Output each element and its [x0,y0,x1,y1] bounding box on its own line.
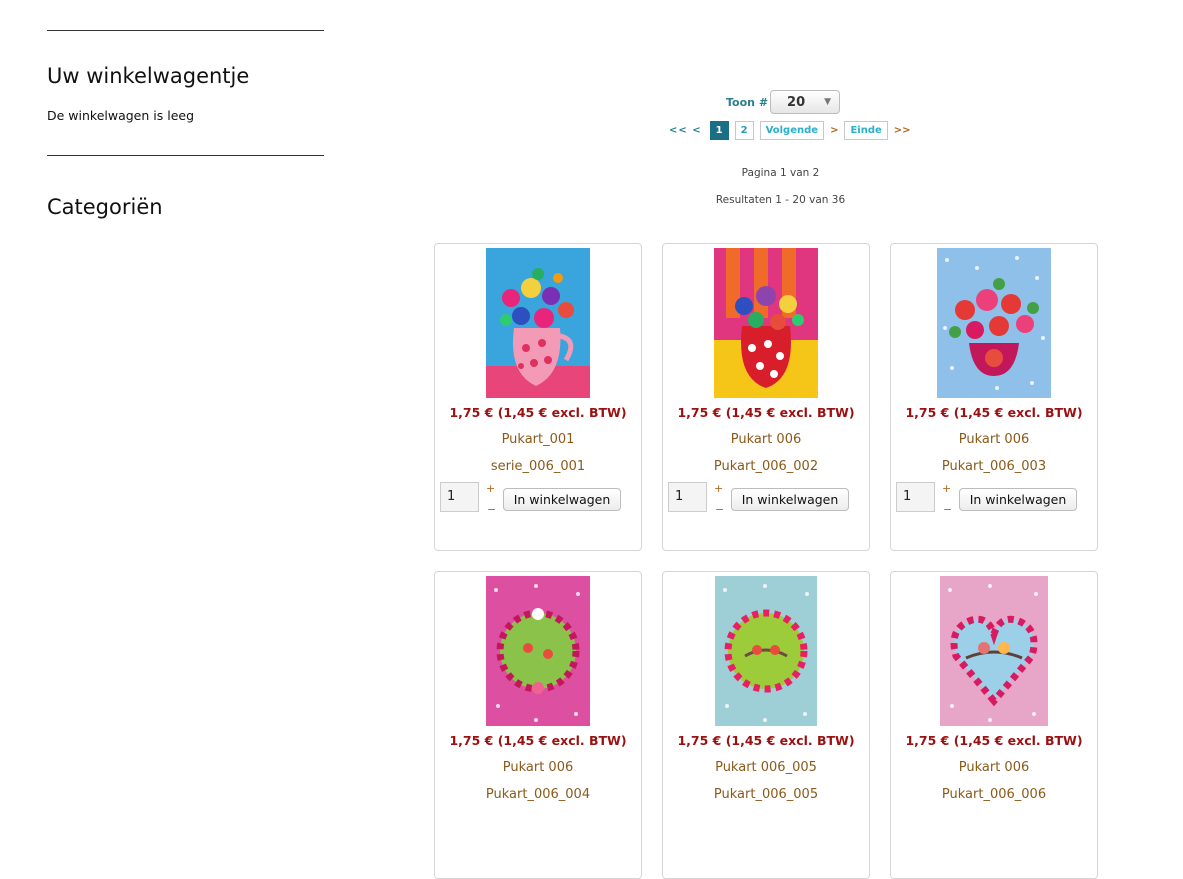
product-card: 1,75 € (1,45 € excl. BTW) Pukart 006 Puk… [890,571,1098,879]
product-sku[interactable]: Pukart_006_005 [663,787,869,802]
last-arrow[interactable]: >> [894,125,911,136]
limit-select[interactable]: 20 ▼ [770,90,841,114]
product-card: 1,75 € (1,45 € excl. BTW) Pukart 006 Puk… [890,243,1098,551]
results-counter: Resultaten 1 - 20 van 36 [715,194,846,206]
decrease-quantity-button[interactable]: − [715,503,724,516]
product-image[interactable] [486,248,590,398]
product-image[interactable] [715,576,817,726]
product-name[interactable]: Pukart 006_005 [663,760,869,775]
product-price: 1,75 € (1,45 € excl. BTW) [905,405,1083,420]
product-price: 1,75 € (1,45 € excl. BTW) [677,405,855,420]
product-price: 1,75 € (1,45 € excl. BTW) [905,733,1083,748]
add-to-cart-button[interactable]: In winkelwagen [731,488,849,511]
product-card: 1,75 € (1,45 € excl. BTW) Pukart 006 Puk… [662,243,870,551]
product-image[interactable] [486,576,590,726]
limit-label: Toon # [726,95,769,109]
product-sku[interactable]: Pukart_006_003 [891,459,1097,474]
page-counter: Pagina 1 van 2 [741,167,820,179]
pagination-start-arrows: << < [669,125,702,136]
increase-quantity-button[interactable]: + [714,482,723,495]
product-sku[interactable]: serie_006_001 [435,459,641,474]
next-arrow[interactable]: > [830,125,838,136]
product-sku[interactable]: Pukart_006_004 [435,787,641,802]
limit-box: Toon # 20 ▼ [726,90,841,114]
page-link-1[interactable]: 1 [709,121,729,140]
increase-quantity-button[interactable]: + [942,482,951,495]
cart-empty-text: De winkelwagen is leeg [47,108,195,123]
product-card: 1,75 € (1,45 € excl. BTW) Pukart 006_005… [662,571,870,879]
increase-quantity-button[interactable]: + [486,482,495,495]
decrease-quantity-button[interactable]: − [943,503,952,516]
product-price: 1,75 € (1,45 € excl. BTW) [449,405,627,420]
add-to-cart-button[interactable]: In winkelwagen [503,488,621,511]
last-page-link[interactable]: Einde [844,121,888,140]
next-page-link[interactable]: Volgende [759,121,825,140]
product-name[interactable]: Pukart 006 [891,760,1097,775]
chevron-down-icon: ▼ [824,97,832,107]
divider [47,30,324,31]
divider [47,155,324,156]
quantity-input[interactable]: 1 [440,482,479,512]
add-to-cart-button[interactable]: In winkelwagen [959,488,1077,511]
quantity-input[interactable]: 1 [896,482,935,512]
product-image[interactable] [940,576,1048,726]
product-price: 1,75 € (1,45 € excl. BTW) [449,733,627,748]
product-sku[interactable]: Pukart_006_006 [891,787,1097,802]
product-price: 1,75 € (1,45 € excl. BTW) [677,733,855,748]
pagination: << < 1 2 Volgende > Einde >> [669,121,917,140]
decrease-quantity-button[interactable]: − [487,503,496,516]
limit-value: 20 [787,94,806,110]
product-name[interactable]: Pukart 006 [663,432,869,447]
product-sku[interactable]: Pukart_006_002 [663,459,869,474]
page-link-2[interactable]: 2 [734,121,754,140]
product-image[interactable] [937,248,1051,398]
quantity-input[interactable]: 1 [668,482,707,512]
product-name[interactable]: Pukart 006 [435,760,641,775]
product-name[interactable]: Pukart_001 [435,432,641,447]
product-image[interactable] [714,248,818,398]
product-card: 1,75 € (1,45 € excl. BTW) Pukart 006 Puk… [434,571,642,879]
product-card: 1,75 € (1,45 € excl. BTW) Pukart_001 ser… [434,243,642,551]
cart-title: Uw winkelwagentje [47,64,250,88]
product-name[interactable]: Pukart 006 [891,432,1097,447]
